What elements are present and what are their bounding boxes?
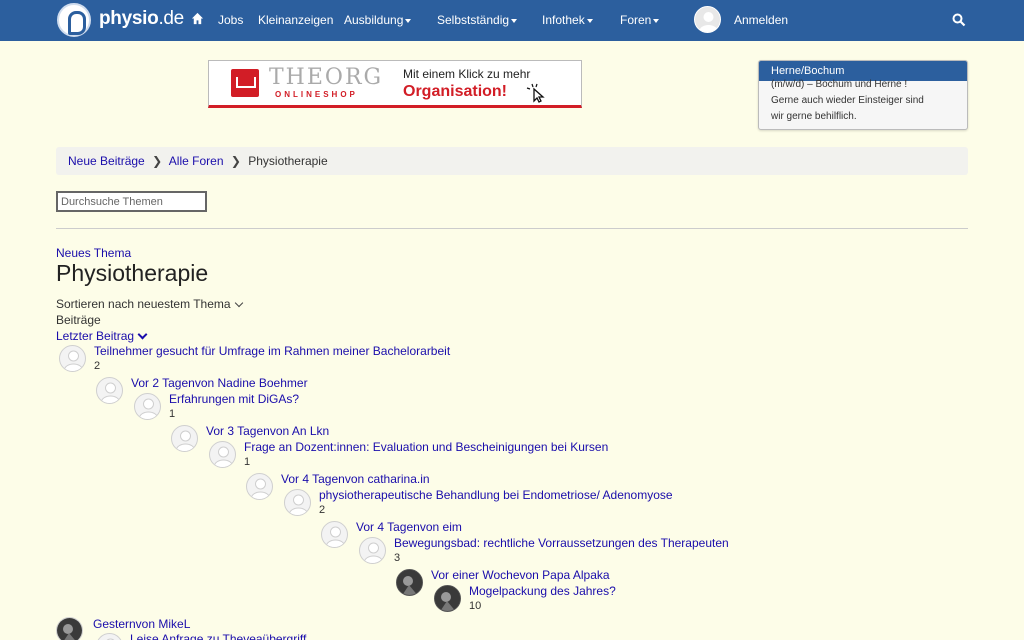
new-topic-link[interactable]: Neues Thema — [56, 246, 131, 260]
topic-title-link[interactable]: Erfahrungen mit DiGAs? — [169, 392, 299, 406]
chevron-down-icon — [137, 329, 148, 340]
last-poster-avatar[interactable] — [171, 425, 198, 452]
sort-dropdown[interactable]: Sortieren nach neuestem Thema — [56, 297, 243, 311]
breadcrumb: Neue Beiträge ❯ Alle Foren ❯ Physiothera… — [56, 147, 968, 175]
topic-title-link[interactable]: Bewegungsbad: rechtliche Vorraussetzunge… — [394, 536, 729, 550]
nav-infothek[interactable]: Infothek — [542, 13, 593, 27]
job-teaser-box[interactable]: Herne/Bochum (m/w/d) – Bochum und Herne … — [758, 60, 968, 130]
theorg-ad-banner[interactable]: THEORG ONLINESHOP Mit einem Klick zu meh… — [208, 60, 582, 108]
topic-starter-avatar[interactable] — [59, 345, 86, 372]
job-teaser-body: (m/w/d) – Bochum und Herne ! Gerne auch … — [759, 77, 967, 125]
ad-line1: Mit einem Klick zu mehr — [403, 67, 531, 81]
topic-last-post-meta[interactable]: Vor 4 Tagenvon catharina.in — [281, 472, 430, 486]
last-poster-avatar[interactable] — [396, 569, 423, 596]
topic-title-link[interactable]: Leise Anfrage zu Theveaübergriff — [130, 632, 306, 640]
topic-post-count: 1 — [244, 456, 251, 468]
last-post-sort[interactable]: Letzter Beitrag — [56, 329, 148, 343]
breadcrumb-new-posts[interactable]: Neue Beiträge — [68, 154, 145, 168]
job-line: Gerne auch wieder Einsteiger sind — [771, 95, 924, 106]
nav-jobs[interactable]: Jobs — [218, 13, 243, 27]
click-cursor-icon — [526, 83, 545, 103]
topic-starter-avatar[interactable] — [134, 393, 161, 420]
topic-title-link[interactable]: Mogelpackung des Jahres? — [469, 584, 616, 598]
caret-down-icon — [653, 18, 660, 23]
divider — [56, 228, 968, 229]
breadcrumb-all-forums[interactable]: Alle Foren — [169, 154, 224, 168]
topic-post-count: 1 — [169, 408, 176, 420]
caret-down-icon — [511, 18, 518, 23]
job-line: (m/w/d) – Bochum und Herne ! — [771, 79, 908, 90]
caret-down-icon — [405, 18, 412, 23]
topic-title-link[interactable]: physiotherapeutische Behandlung bei Endo… — [319, 488, 673, 502]
last-poster-avatar[interactable] — [56, 617, 83, 640]
topic-last-post-meta[interactable]: Gesternvon MikeL — [93, 617, 190, 631]
last-poster-avatar[interactable] — [246, 473, 273, 500]
last-poster-avatar[interactable] — [96, 377, 123, 404]
last-poster-avatar[interactable] — [321, 521, 348, 548]
brand-name[interactable]: physio.de — [99, 8, 184, 30]
topic-starter-avatar[interactable] — [96, 633, 123, 640]
login-link[interactable]: Anmelden — [734, 13, 788, 27]
topic-last-post-meta[interactable]: Vor 3 Tagenvon An Lkn — [206, 424, 329, 438]
caret-down-icon — [586, 18, 593, 23]
topic-title-link[interactable]: Frage an Dozent:innen: Evaluation und Be… — [244, 440, 608, 454]
ad-subbrand: ONLINESHOP — [275, 90, 358, 99]
topic-last-post-meta[interactable]: Vor 4 Tagenvon eim — [356, 520, 462, 534]
ad-line2: Organisation! — [403, 83, 508, 100]
nav-selbststaendig[interactable]: Selbstständig — [437, 13, 518, 27]
topic-post-count: 10 — [469, 600, 482, 612]
physio-logo-icon[interactable] — [57, 3, 91, 37]
job-line: wir gerne behilflich. — [771, 111, 857, 122]
topic-last-post-meta[interactable]: Vor 2 Tagenvon Nadine Boehmer — [131, 376, 308, 390]
nav-foren[interactable]: Foren — [620, 13, 660, 27]
user-avatar-icon[interactable] — [694, 6, 721, 33]
topic-post-count: 3 — [394, 552, 401, 564]
posts-column-label: Beiträge — [56, 313, 101, 327]
topic-starter-avatar[interactable] — [359, 537, 386, 564]
search-icon[interactable] — [952, 13, 966, 27]
topic-last-post-meta[interactable]: Vor einer Wochevon Papa Alpaka — [431, 568, 610, 582]
chevron-right-icon: ❯ — [152, 154, 163, 168]
topic-starter-avatar[interactable] — [209, 441, 236, 468]
chevron-down-icon — [234, 298, 243, 308]
breadcrumb-current: Physiotherapie — [248, 154, 328, 168]
topic-post-count: 2 — [94, 360, 101, 372]
shopping-cart-icon — [231, 69, 259, 97]
topic-starter-avatar[interactable] — [434, 585, 461, 612]
nav-ausbildung[interactable]: Ausbildung — [344, 13, 412, 27]
nav-kleinanzeigen[interactable]: Kleinanzeigen — [258, 13, 333, 27]
top-navbar: physio.de Jobs Kleinanzeigen Ausbildung … — [0, 0, 1024, 41]
page-title: Physiotherapie — [56, 260, 209, 286]
topic-post-count: 2 — [319, 504, 326, 516]
topic-search-input[interactable] — [56, 191, 207, 212]
topic-starter-avatar[interactable] — [284, 489, 311, 516]
chevron-right-icon: ❯ — [230, 154, 241, 168]
topic-title-link[interactable]: Teilnehmer gesucht für Umfrage im Rahmen… — [94, 344, 450, 358]
home-icon[interactable] — [191, 12, 204, 25]
ad-brand: THEORG — [269, 65, 384, 90]
